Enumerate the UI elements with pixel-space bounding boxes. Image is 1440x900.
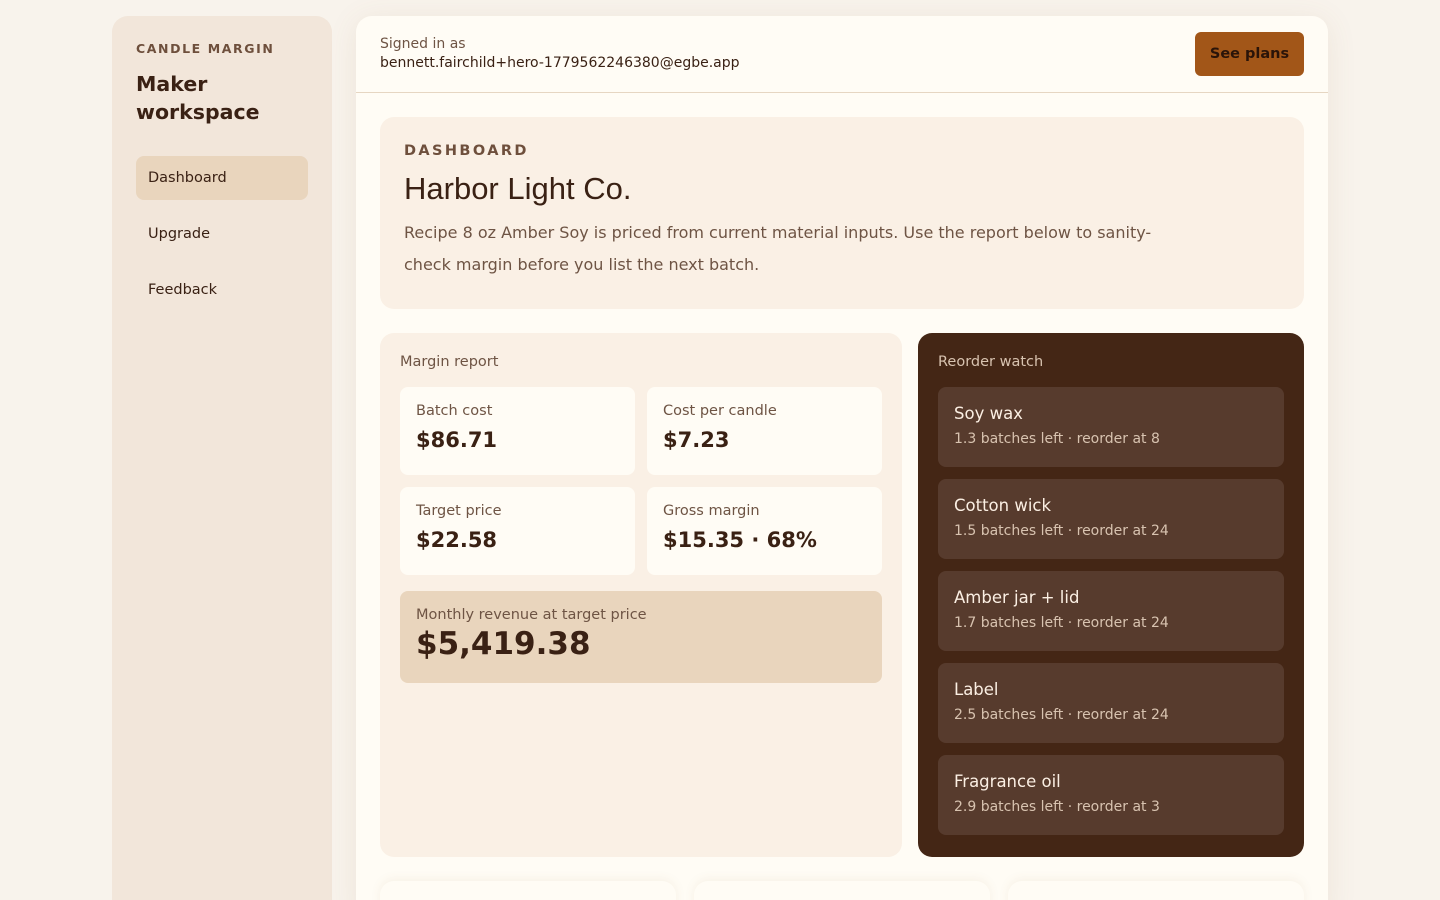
stat-value: $22.58 <box>416 528 498 552</box>
stat-label: Cost per candle <box>663 403 777 419</box>
item-name: Fragrance oil <box>954 772 1061 791</box>
sidebar: CANDLE MARGIN Maker workspace Dashboard … <box>112 16 332 900</box>
bottom-card <box>380 881 676 900</box>
hero-card: DASHBOARD Harbor Light Co. Recipe 8 oz A… <box>380 117 1304 309</box>
signed-in-label: Signed in as <box>380 36 466 52</box>
page-description: Recipe 8 oz Amber Soy is priced from cur… <box>404 223 1152 274</box>
item-name: Soy wax <box>954 404 1023 423</box>
stat-value: $7.23 <box>663 428 730 452</box>
item-name: Cotton wick <box>954 496 1052 515</box>
item-name: Amber jar + lid <box>954 588 1080 607</box>
sidebar-nav: Dashboard Upgrade Feedback <box>136 156 308 312</box>
item-detail: 2.5 batches left · reorder at 24 <box>954 707 1169 723</box>
item-detail: 1.3 batches left · reorder at 8 <box>954 431 1160 447</box>
stats-grid: Batch cost $86.71 Cost per candle $7.23 … <box>400 387 882 575</box>
item-detail: 1.7 batches left · reorder at 24 <box>954 615 1169 631</box>
main-panel: Signed in as bennett.fairchild+hero-1779… <box>356 16 1328 900</box>
bottom-card <box>1008 881 1304 900</box>
reorder-item-cotton-wick: Cotton wick 1.5 batches left · reorder a… <box>938 479 1284 559</box>
monthly-revenue-card: Monthly revenue at target price $5,419.3… <box>400 591 882 683</box>
reorder-watch-card: Reorder watch Soy wax 1.3 batches left ·… <box>918 333 1304 857</box>
margin-report-title: Margin report <box>400 354 499 370</box>
brand-label: CANDLE MARGIN <box>136 41 275 56</box>
item-detail: 1.5 batches left · reorder at 24 <box>954 523 1169 539</box>
item-name: Label <box>954 680 999 699</box>
revenue-value: $5,419.38 <box>416 626 591 662</box>
margin-report-card: Margin report Batch cost $86.71 Cost per… <box>380 333 902 857</box>
see-plans-button[interactable]: See plans <box>1195 32 1304 76</box>
reorder-item-soy-wax: Soy wax 1.3 batches left · reorder at 8 <box>938 387 1284 467</box>
reorder-item-fragrance-oil: Fragrance oil 2.9 batches left · reorder… <box>938 755 1284 835</box>
sidebar-item-upgrade[interactable]: Upgrade <box>136 212 308 256</box>
stat-label: Gross margin <box>663 503 760 519</box>
stat-cost-per-candle: Cost per candle $7.23 <box>647 387 882 475</box>
stat-value: $15.35 · 68% <box>663 528 817 552</box>
page-title: Harbor Light Co. <box>404 171 632 206</box>
revenue-label: Monthly revenue at target price <box>416 607 647 623</box>
item-detail: 2.9 batches left · reorder at 3 <box>954 799 1160 815</box>
stat-target-price: Target price $22.58 <box>400 487 635 575</box>
page-eyebrow: DASHBOARD <box>404 143 529 159</box>
bottom-cards-row <box>380 881 1304 900</box>
stat-batch-cost: Batch cost $86.71 <box>400 387 635 475</box>
reorder-list: Soy wax 1.3 batches left · reorder at 8 … <box>938 387 1284 835</box>
sidebar-item-feedback[interactable]: Feedback <box>136 268 308 312</box>
stat-gross-margin: Gross margin $15.35 · 68% <box>647 487 882 575</box>
bottom-card <box>694 881 990 900</box>
reorder-item-label: Label 2.5 batches left · reorder at 24 <box>938 663 1284 743</box>
sidebar-item-dashboard[interactable]: Dashboard <box>136 156 308 200</box>
reorder-item-amber-jar: Amber jar + lid 1.7 batches left · reord… <box>938 571 1284 651</box>
reorder-watch-title: Reorder watch <box>938 354 1044 370</box>
stat-label: Target price <box>416 503 502 519</box>
stat-label: Batch cost <box>416 403 493 419</box>
workspace-title: Maker workspace <box>136 72 260 124</box>
user-email: bennett.fairchild+hero-1779562246380@egb… <box>380 55 740 71</box>
stat-value: $86.71 <box>416 428 498 452</box>
topbar: Signed in as bennett.fairchild+hero-1779… <box>356 16 1328 93</box>
